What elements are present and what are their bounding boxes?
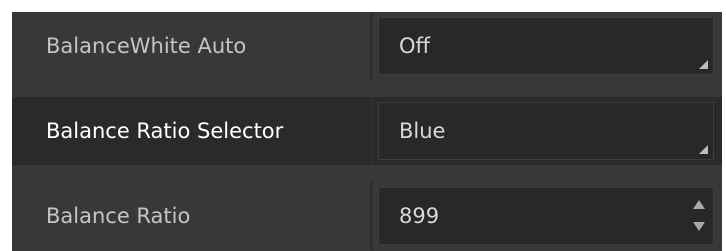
spinbox-value: 899 (399, 204, 440, 228)
resize-grip-icon (699, 145, 708, 154)
property-row-balance-ratio-selector[interactable]: Balance Ratio Selector Blue (12, 97, 722, 165)
column-divider (370, 97, 373, 165)
property-label: Balance Ratio Selector (46, 119, 284, 143)
dropdown-value: Blue (399, 119, 446, 143)
column-divider (370, 182, 373, 250)
property-row-balance-ratio[interactable]: Balance Ratio 899 (12, 182, 722, 250)
property-label: BalanceWhite Auto (46, 34, 247, 58)
property-panel: BalanceWhite Auto Off Balance Ratio Sele… (12, 12, 722, 251)
resize-grip-icon (699, 60, 708, 69)
spin-up-arrow-icon[interactable] (693, 200, 705, 209)
column-divider (370, 12, 373, 80)
dropdown-value: Off (399, 34, 430, 58)
spin-down-arrow-icon[interactable] (693, 222, 705, 231)
property-label: Balance Ratio (46, 204, 191, 228)
balancewhite-auto-dropdown[interactable]: Off (378, 17, 714, 75)
property-row-balancewhite-auto[interactable]: BalanceWhite Auto Off (12, 12, 722, 80)
balance-ratio-spinbox[interactable]: 899 (378, 187, 714, 245)
balance-ratio-selector-dropdown[interactable]: Blue (378, 102, 714, 160)
